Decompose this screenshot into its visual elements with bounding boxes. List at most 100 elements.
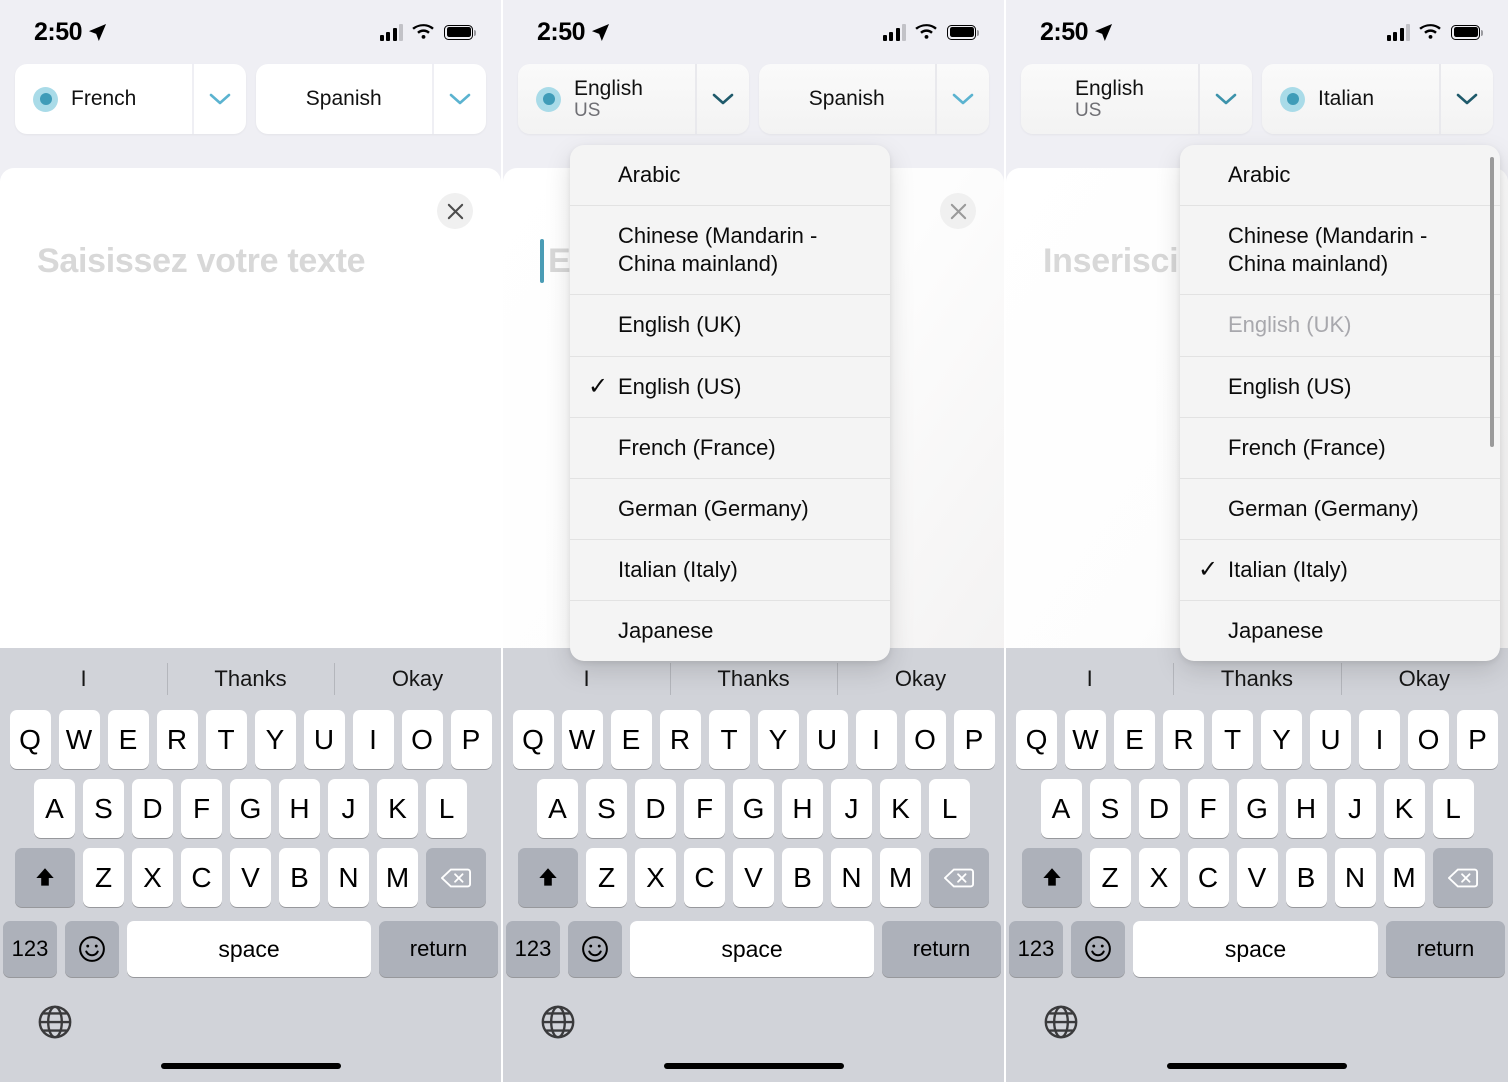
source-language-button[interactable]: English US (1021, 64, 1198, 134)
key-o[interactable]: O (1408, 710, 1449, 769)
key-a[interactable]: A (1040, 779, 1082, 838)
shift-key[interactable] (1021, 848, 1082, 907)
key-b[interactable]: B (279, 848, 320, 907)
globe-language-icon[interactable] (1042, 1003, 1080, 1041)
numeric-key[interactable]: 123 (1009, 921, 1063, 977)
key-v[interactable]: V (733, 848, 774, 907)
source-language-selector[interactable]: French (15, 64, 246, 134)
source-language-button[interactable]: English US (518, 64, 695, 134)
key-w[interactable]: W (58, 710, 100, 769)
target-language-button[interactable]: Spanish (759, 64, 936, 134)
key-i[interactable]: I (352, 710, 394, 769)
key-y[interactable]: Y (254, 710, 296, 769)
key-l[interactable]: L (426, 779, 467, 838)
target-language-selector[interactable]: Spanish (255, 64, 486, 134)
suggestion-item[interactable]: Okay (334, 666, 501, 692)
key-r[interactable]: R (156, 710, 198, 769)
target-language-button[interactable]: Spanish (256, 64, 433, 134)
key-n[interactable]: N (831, 848, 872, 907)
suggestion-item[interactable]: I (1006, 666, 1173, 692)
suggestion-item[interactable]: Okay (837, 666, 1004, 692)
key-n[interactable]: N (1334, 848, 1376, 907)
numeric-key[interactable]: 123 (3, 921, 57, 977)
shift-key[interactable] (518, 848, 578, 907)
key-y[interactable]: Y (757, 710, 799, 769)
numeric-key[interactable]: 123 (506, 921, 560, 977)
suggestion-item[interactable]: Thanks (1173, 666, 1340, 692)
space-key[interactable]: space (127, 921, 371, 977)
suggestion-item[interactable]: Thanks (167, 666, 334, 692)
clear-text-button[interactable] (940, 193, 976, 229)
key-v[interactable]: V (230, 848, 271, 907)
target-language-dropdown-toggle[interactable] (1439, 64, 1493, 134)
key-k[interactable]: K (1383, 779, 1425, 838)
dropdown-item-english-us[interactable]: ✓ English (US) (570, 357, 890, 418)
emoji-key[interactable] (568, 921, 622, 977)
key-w[interactable]: W (1065, 710, 1106, 769)
key-c[interactable]: C (1187, 848, 1229, 907)
suggestion-item[interactable]: I (503, 666, 670, 692)
key-m[interactable]: M (1383, 848, 1425, 907)
dropdown-scrollbar[interactable] (1490, 157, 1494, 447)
dropdown-item-chinese[interactable]: Chinese (Mandarin - China mainland) (570, 206, 890, 296)
suggestion-item[interactable]: Thanks (670, 666, 837, 692)
dropdown-item-german[interactable]: German (Germany) (570, 479, 890, 541)
key-z[interactable]: Z (83, 848, 124, 907)
key-j[interactable]: J (1334, 779, 1376, 838)
source-language-button[interactable]: French (15, 64, 192, 134)
key-p[interactable]: P (1457, 710, 1498, 769)
key-z[interactable]: Z (586, 848, 627, 907)
key-k[interactable]: K (880, 779, 921, 838)
key-g[interactable]: G (1236, 779, 1278, 838)
return-key[interactable]: return (1386, 921, 1505, 977)
dropdown-item-japanese[interactable]: Japanese (1180, 601, 1500, 661)
dropdown-item-chinese[interactable]: Chinese (Mandarin - China mainland) (1180, 206, 1500, 296)
key-s[interactable]: S (586, 779, 627, 838)
suggestion-item[interactable]: I (0, 666, 167, 692)
key-j[interactable]: J (831, 779, 872, 838)
key-h[interactable]: H (1285, 779, 1327, 838)
key-e[interactable]: E (107, 710, 149, 769)
key-x[interactable]: X (1138, 848, 1180, 907)
backspace-key[interactable] (426, 848, 486, 907)
key-d[interactable]: D (132, 779, 173, 838)
dropdown-item-italian[interactable]: Italian (Italy) (570, 540, 890, 602)
source-language-selector[interactable]: English US (518, 64, 749, 134)
dropdown-item-english-uk[interactable]: English (UK) (570, 295, 890, 357)
key-i[interactable]: I (1359, 710, 1400, 769)
key-e[interactable]: E (610, 710, 652, 769)
key-r[interactable]: R (659, 710, 701, 769)
key-m[interactable]: M (880, 848, 921, 907)
space-key[interactable]: space (1133, 921, 1378, 977)
key-x[interactable]: X (132, 848, 173, 907)
target-language-button[interactable]: Italian (1262, 64, 1439, 134)
key-c[interactable]: C (684, 848, 725, 907)
target-language-selector[interactable]: Italian (1262, 64, 1493, 134)
key-d[interactable]: D (635, 779, 676, 838)
source-language-dropdown-toggle[interactable] (694, 64, 749, 134)
source-language-selector[interactable]: English US (1021, 64, 1252, 134)
dropdown-item-arabic[interactable]: Arabic (570, 145, 890, 207)
key-q[interactable]: Q (1016, 710, 1057, 769)
key-b[interactable]: B (1285, 848, 1327, 907)
emoji-key[interactable] (1071, 921, 1125, 977)
key-r[interactable]: R (1163, 710, 1204, 769)
return-key[interactable]: return (379, 921, 498, 977)
key-t[interactable]: T (708, 710, 750, 769)
key-t[interactable]: T (205, 710, 247, 769)
suggestion-item[interactable]: Okay (1341, 666, 1508, 692)
key-f[interactable]: F (181, 779, 222, 838)
dropdown-item-arabic[interactable]: Arabic (1180, 145, 1500, 207)
key-p[interactable]: P (953, 710, 995, 769)
key-i[interactable]: I (855, 710, 897, 769)
key-o[interactable]: O (401, 710, 443, 769)
key-f[interactable]: F (684, 779, 725, 838)
key-k[interactable]: K (377, 779, 418, 838)
clear-text-button[interactable] (437, 193, 473, 229)
dropdown-item-french[interactable]: French (France) (570, 418, 890, 479)
key-u[interactable]: U (1310, 710, 1351, 769)
key-q[interactable]: Q (9, 710, 51, 769)
globe-language-icon[interactable] (539, 1003, 577, 1041)
key-w[interactable]: W (561, 710, 603, 769)
dropdown-item-japanese[interactable]: Japanese (570, 601, 890, 661)
